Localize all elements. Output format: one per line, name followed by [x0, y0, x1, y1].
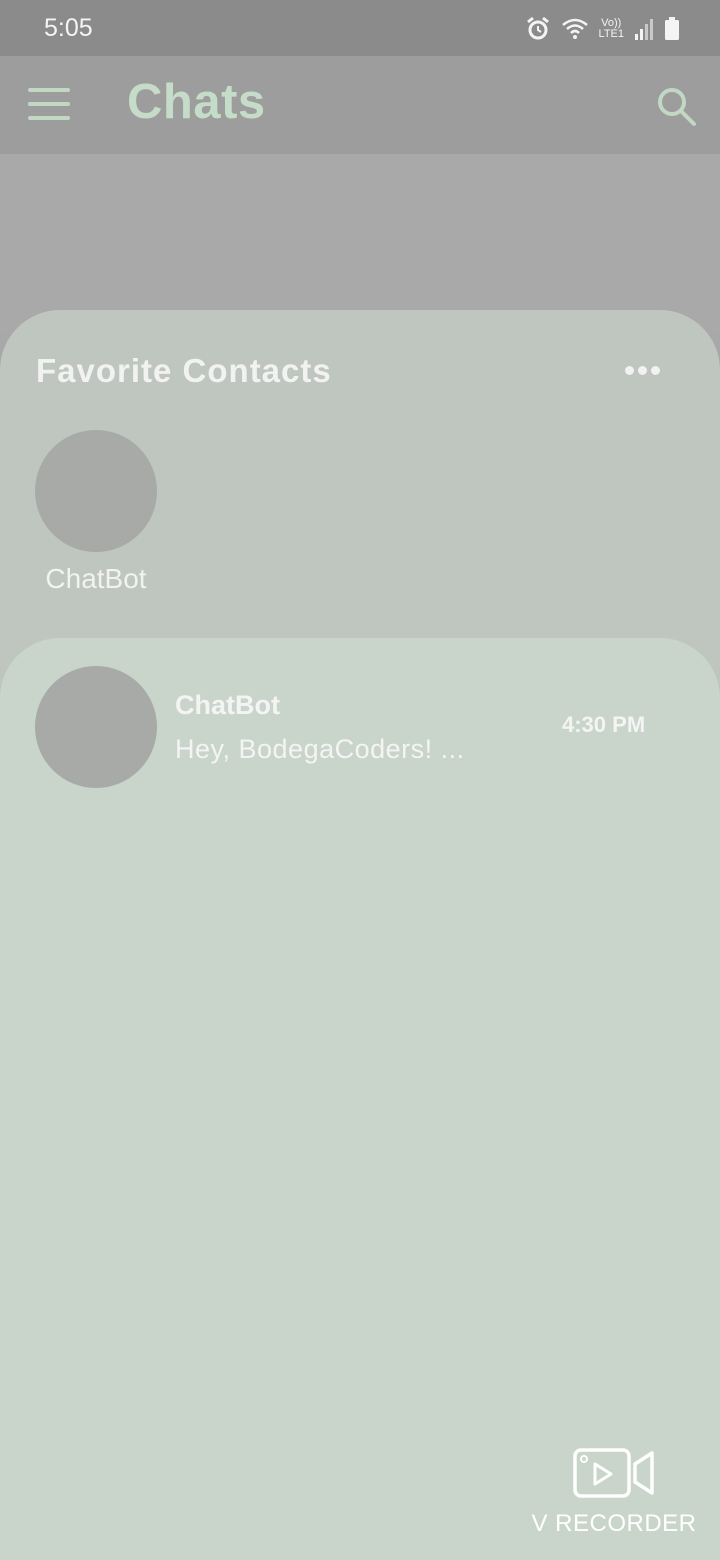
signal-icon [635, 19, 653, 40]
avatar [35, 666, 157, 788]
chat-contact-name: ChatBot [175, 690, 280, 720]
status-icons: Vo)) LTE1 [525, 14, 680, 44]
search-icon[interactable] [654, 84, 698, 128]
wifi-icon [561, 18, 588, 39]
favorite-contact-name: ChatBot [45, 563, 147, 594]
volte-icon: Vo)) LTE1 [599, 18, 624, 40]
app-bar: Chats [0, 56, 720, 154]
chat-timestamp: 4:30 PM [562, 712, 646, 737]
chat-list-item[interactable]: ChatBot Hey, BodegaCoders! ... 4:30 PM [0, 666, 720, 790]
header-spacer [0, 154, 720, 334]
status-time: 5:05 [44, 14, 93, 42]
chats-list-panel: ChatBot Hey, BodegaCoders! ... 4:30 PM [0, 638, 720, 1560]
lte-label: LTE1 [598, 28, 624, 40]
favorite-contacts-title: Favorite Contacts [36, 352, 332, 389]
recorder-watermark-label: V RECORDER [531, 1510, 697, 1537]
page-title: Chats [127, 75, 266, 129]
recorder-watermark: V RECORDER [528, 1446, 700, 1542]
hamburger-menu-icon[interactable] [28, 88, 70, 122]
status-bar: 5:05 Vo)) LTE1 [0, 0, 720, 56]
video-recorder-icon [573, 1448, 654, 1498]
battery-icon [665, 17, 679, 40]
chat-message-preview: Hey, BodegaCoders! ... [175, 734, 465, 764]
more-horizontal-icon[interactable] [622, 362, 662, 378]
avatar [35, 430, 157, 552]
alarm-icon [526, 16, 549, 40]
